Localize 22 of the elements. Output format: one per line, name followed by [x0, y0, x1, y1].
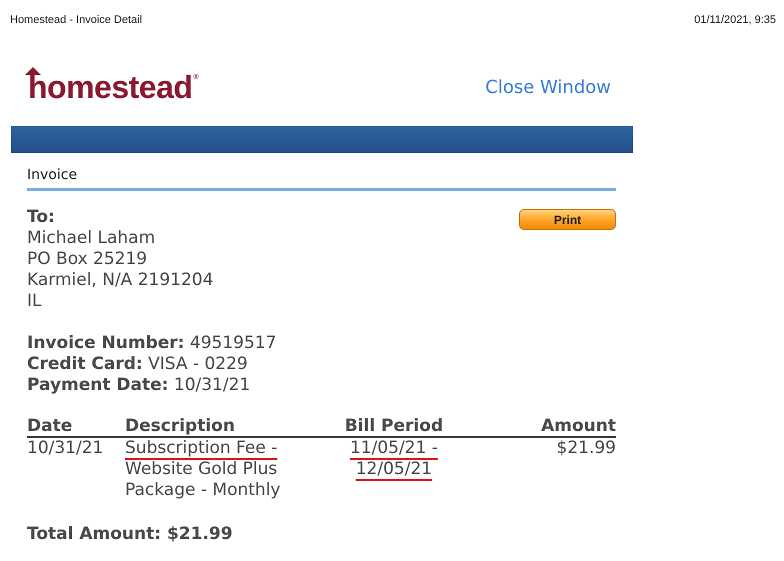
detail-line: Invoice Number: 49519517 — [27, 333, 278, 354]
page-title: Homestead - Invoice Detail — [10, 14, 142, 26]
column-header: Description — [125, 417, 305, 437]
section-title: Invoice — [27, 153, 616, 191]
print-timestamp: 01/11/2021, 9:35 — [694, 14, 776, 26]
date-cell: 10/31/21 — [27, 437, 125, 501]
description-cell-text: Subscription Fee - Website Gold Plus Package - Monthly — [125, 438, 282, 501]
column-header: Date — [27, 417, 125, 437]
detail-line: Credit Card: VISA - 0229 — [27, 354, 249, 375]
recipient-label: To: — [27, 207, 56, 228]
column-header: Bill Period — [305, 417, 483, 437]
close-window-link[interactable]: Close Window — [485, 76, 611, 98]
address-line: PO Box 25219 — [27, 249, 148, 270]
detail-line: Payment Date: 10/31/21 — [27, 375, 252, 396]
column-header: Amount — [482, 417, 616, 437]
print-button[interactable]: Print — [519, 209, 616, 230]
bill-period-cell-text: 11/05/21 - 12/05/21 — [348, 438, 439, 480]
amount-cell: $21.99 — [482, 437, 616, 501]
address-line: Karmiel, N/A 2191204 — [27, 270, 214, 291]
address-line: Michael Laham — [27, 228, 156, 249]
address-line: IL — [27, 291, 42, 312]
total-amount: Total Amount: $21.99 — [27, 524, 234, 544]
